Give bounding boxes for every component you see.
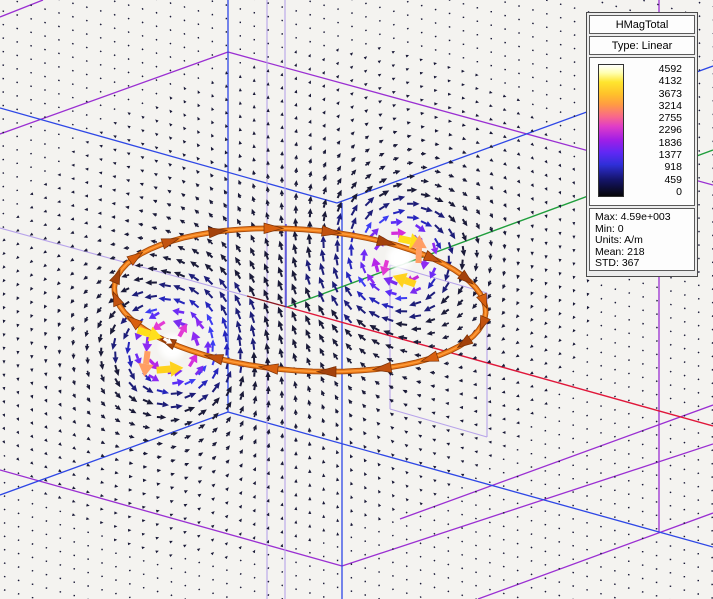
legend-scale-value: 1836 [624, 137, 682, 149]
vortex-arrow-shaft [413, 276, 419, 279]
vortex-arrow-shaft [147, 337, 148, 344]
legend-colorbar: 459241323673321427552296183613779184590 [589, 57, 695, 206]
legend-scale-value: 3673 [624, 88, 682, 100]
vortex-arrow-head [396, 218, 403, 226]
legend-scale-value: 1377 [624, 149, 682, 161]
vortex-arrow-shaft [189, 361, 193, 367]
vortex-arrow-head [360, 249, 368, 256]
loop-direction-cone [376, 235, 395, 245]
loop-direction-cone [421, 351, 439, 361]
vortex-arrow-shaft [371, 279, 374, 284]
vortex-arrow-shaft [399, 238, 411, 241]
legend-scale-value: 2296 [624, 124, 682, 136]
legend-stats: Max: 4.59e+003Min: 0Units: A/mMean: 218S… [589, 208, 695, 271]
vortex-arrow-head [142, 343, 152, 352]
legend-scale-value: 4132 [624, 75, 682, 87]
vortex-arrow-shaft [179, 312, 184, 313]
viewport-3d[interactable]: HMagTotal Type: Linear 45924132367332142… [0, 0, 713, 599]
vortex-arrow-shaft [159, 322, 165, 326]
vortex-arrow-shaft [364, 256, 365, 261]
field-arrow-heads [145, 215, 401, 384]
legend-scale-value: 0 [624, 186, 682, 198]
vortex-arrow-shaft [391, 281, 397, 284]
vortex-arrow-shaft [419, 248, 420, 263]
vortex-arrow-shaft [172, 383, 177, 384]
legend-title: HMagTotal [589, 15, 695, 34]
loop-direction-cone [423, 251, 441, 263]
vortex-arrow-shaft [196, 339, 198, 345]
vortex-arrow-head [385, 289, 392, 297]
colorbar-tick-labels: 459241323673321427552296183613779184590 [624, 63, 694, 198]
loop-direction-cone [317, 367, 336, 377]
vortex-arrow-head [371, 258, 381, 267]
vortex-arrow-shaft [391, 222, 396, 223]
vortex-arrow-shaft [433, 243, 434, 248]
vortex-arrow-head [172, 308, 179, 316]
vortex-arrow-head [177, 379, 184, 387]
field-arrow-heads [71, 140, 507, 463]
vortex-arrow-shaft [385, 260, 387, 267]
vortex-arrow-shaft [146, 351, 148, 364]
vortex-arrow-shaft [416, 288, 421, 290]
legend-scale-value: 4592 [624, 63, 682, 75]
legend-scale-value: 3214 [624, 100, 682, 112]
legend-stat-line: Max: 4.59e+003 [595, 212, 692, 224]
vortex-arrow-shaft [391, 293, 396, 294]
legend-type-label: Type: Linear [589, 36, 695, 55]
legend-stat-line: STD: 367 [595, 258, 692, 270]
vortex-arrow-shaft [433, 268, 435, 273]
loop-direction-cone [161, 239, 179, 249]
vortex-arrow-shaft [200, 324, 203, 328]
vortex-arrow-shaft [164, 339, 168, 341]
legend-scale-value: 918 [624, 161, 682, 173]
field-legend-panel[interactable]: HMagTotal Type: Linear 45924132367332142… [586, 12, 698, 277]
vortex-arrow-shaft [155, 313, 160, 316]
legend-scale-value: 2755 [624, 112, 682, 124]
vortex-arrow-shaft [138, 330, 150, 334]
vortex-arrow-shaft [149, 360, 154, 365]
vortex-arrow-shaft [157, 369, 171, 370]
vortex-arrow-shaft [136, 354, 138, 359]
x-axis-red [287, 307, 713, 426]
legend-scale-value: 459 [624, 174, 682, 186]
vortex-arrow-shaft [395, 255, 399, 257]
vortex-arrow-head [138, 363, 153, 377]
vortex-arrow-shaft [416, 225, 421, 228]
vortex-arrow-shaft [405, 280, 415, 284]
colorbar-gradient [598, 64, 624, 197]
vortex-arrow-shaft [376, 266, 378, 273]
